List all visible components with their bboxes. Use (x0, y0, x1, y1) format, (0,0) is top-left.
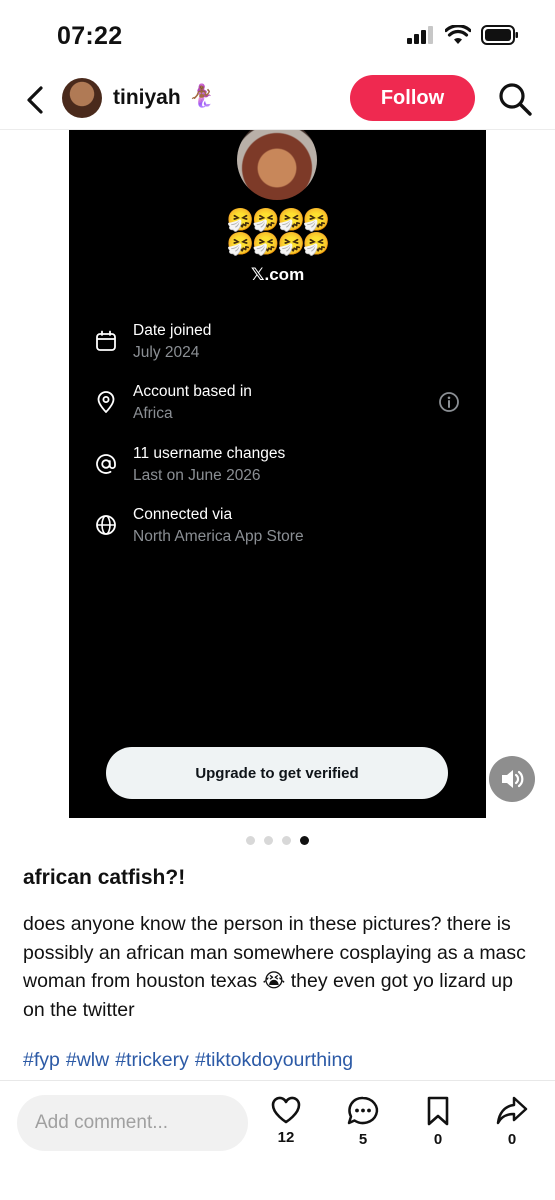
share-arrow-icon (496, 1096, 528, 1125)
status-bar: 07:22 (0, 0, 555, 70)
speaker-icon (502, 770, 524, 788)
like-count: 12 (277, 1129, 295, 1146)
chevron-left-icon (27, 86, 43, 114)
info-subtitle: North America App Store (133, 528, 304, 545)
info-icon[interactable] (438, 391, 460, 413)
info-subtitle: Last on June 2026 (133, 467, 261, 484)
save-button[interactable]: 0 (418, 1095, 458, 1148)
wifi-icon (445, 25, 471, 44)
cellular-signal-icon (407, 26, 433, 44)
site-label: 𝕏.com (250, 265, 305, 284)
pagination-dot-active[interactable] (300, 836, 309, 845)
info-subtitle: July 2024 (133, 344, 200, 361)
info-row-date-joined: Date joined July 2024 (69, 322, 486, 372)
pagination-dot[interactable] (282, 836, 291, 845)
follow-button[interactable]: Follow (350, 75, 475, 121)
location-pin-icon (97, 391, 115, 413)
info-title: Account based in (133, 383, 252, 400)
status-icons (407, 25, 519, 45)
post-media[interactable]: 🤧🤧🤧🤧 🤧🤧🤧🤧 𝕏.com Date joined July 2024 Ac… (69, 130, 486, 818)
search-icon (499, 83, 532, 116)
comment-button[interactable]: 5 (343, 1095, 383, 1148)
comment-input[interactable] (17, 1095, 248, 1151)
username-emoji: 🧜🏾‍♀️ (188, 83, 216, 108)
post-description: does anyone know the person in these pic… (23, 913, 526, 1021)
calendar-icon (96, 330, 116, 351)
info-row-account-based-in: Account based in Africa (69, 383, 486, 433)
info-subtitle: Africa (133, 405, 173, 422)
comment-count: 5 (358, 1131, 368, 1148)
upgrade-verified-button[interactable]: Upgrade to get verified (106, 747, 448, 799)
post-header: tiniyah 🧜🏾‍♀️ Follow (0, 70, 555, 130)
username[interactable]: tiniyah (113, 86, 181, 110)
display-name-emoji-row: 🤧🤧🤧🤧 (226, 207, 331, 232)
status-time: 07:22 (57, 22, 123, 50)
hashtag[interactable]: #trickery (115, 1049, 189, 1072)
back-button[interactable] (20, 82, 50, 118)
sound-toggle-button[interactable] (489, 756, 535, 802)
bottom-action-bar: 12 5 0 0 (0, 1080, 555, 1200)
battery-icon (481, 25, 518, 45)
post-title: african catfish?! (23, 866, 186, 889)
globe-icon (96, 515, 116, 535)
at-sign-icon (96, 454, 116, 474)
carousel-pagination (246, 836, 309, 845)
display-name-emoji-row: 🤧🤧🤧🤧 (226, 231, 331, 256)
hashtag-list: #fyp #wlw #trickery #tiktokdoyourthing (23, 1049, 353, 1072)
info-row-connected-via: Connected via North America App Store (69, 506, 486, 556)
hashtag[interactable]: #wlw (66, 1049, 109, 1072)
share-button[interactable]: 0 (492, 1095, 532, 1148)
share-count: 0 (507, 1131, 517, 1148)
comment-bubble-icon (347, 1096, 379, 1125)
save-count: 0 (433, 1131, 443, 1148)
search-button[interactable] (497, 81, 533, 117)
bookmark-icon (427, 1096, 449, 1126)
like-button[interactable]: 12 (266, 1095, 306, 1146)
pagination-dot[interactable] (246, 836, 255, 845)
info-title: Connected via (133, 506, 233, 523)
heart-icon (271, 1096, 301, 1124)
hashtag[interactable]: #tiktokdoyourthing (195, 1049, 353, 1072)
pagination-dot[interactable] (264, 836, 273, 845)
hashtag[interactable]: #fyp (23, 1049, 60, 1072)
info-row-username-changes: 11 username changes Last on June 2026 (69, 445, 486, 495)
info-title: Date joined (133, 322, 212, 339)
profile-picture (237, 130, 317, 200)
info-title: 11 username changes (133, 445, 286, 462)
avatar[interactable] (62, 78, 102, 118)
